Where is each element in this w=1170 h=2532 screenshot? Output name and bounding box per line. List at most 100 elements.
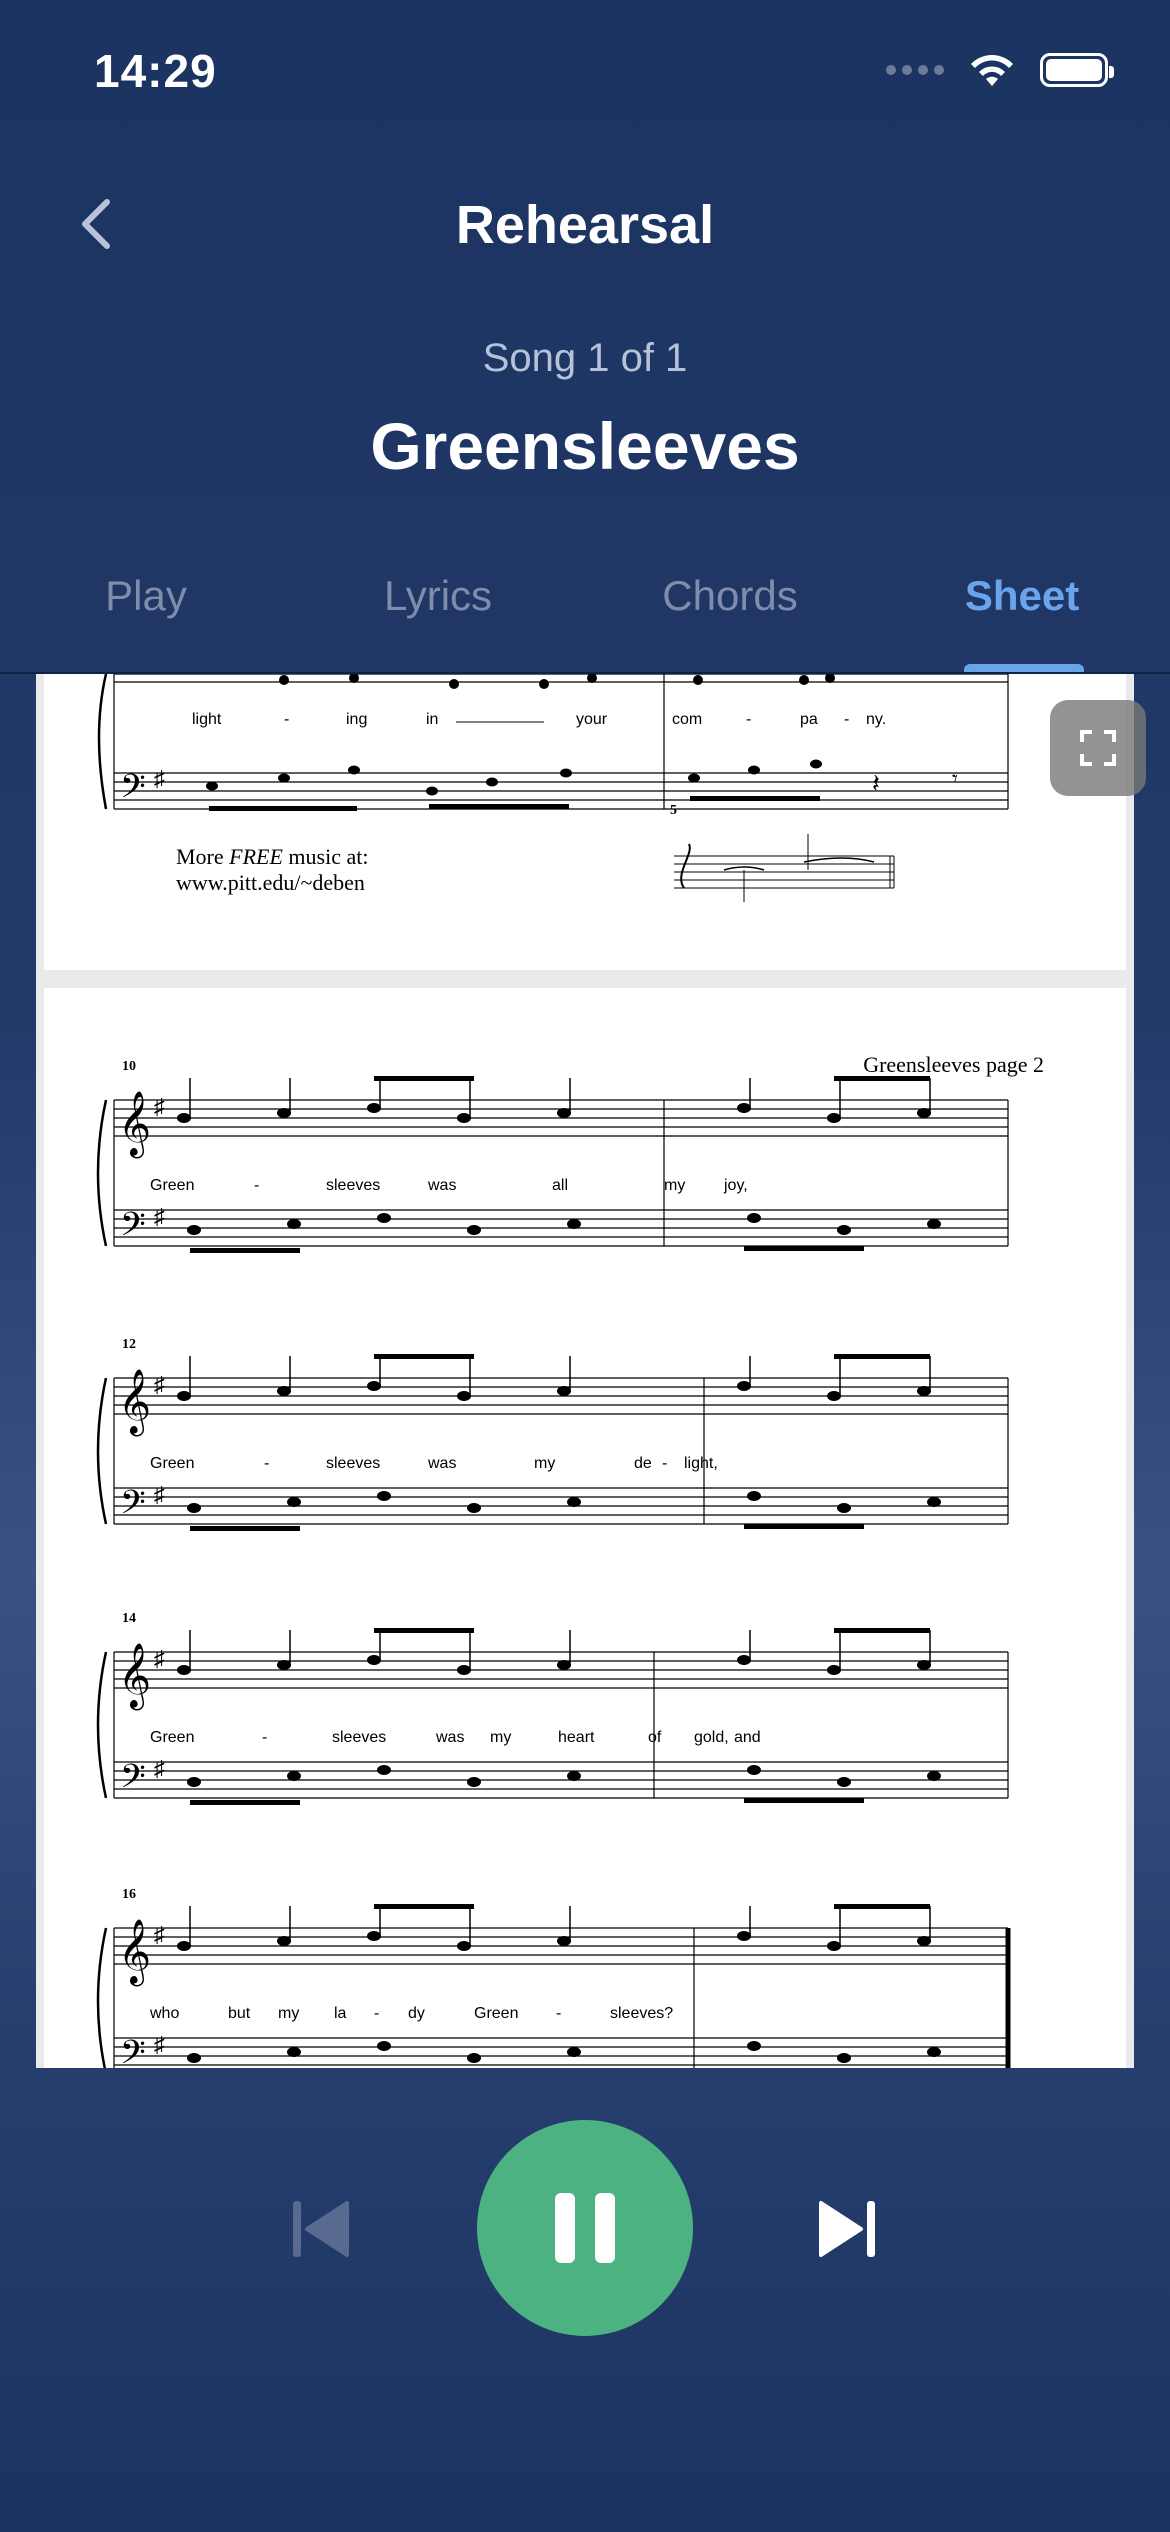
lyric: was: [427, 1177, 456, 1194]
music-system: 𝄞𝄢♯♯12Green - sleeves was my de - light,: [96, 1337, 1009, 1531]
lyric: -: [556, 2005, 561, 2022]
lyric: pa: [800, 711, 818, 728]
lyric: dy: [408, 2005, 425, 2022]
pause-button[interactable]: [477, 2120, 693, 2336]
lyric: -: [746, 711, 751, 728]
lyric: sleeves?: [610, 2005, 673, 2022]
lyric: -: [254, 1177, 259, 1194]
measure-number: 16: [122, 1887, 136, 1902]
lyric: my: [490, 1729, 511, 1746]
sheet-music-viewer[interactable]: 𝄢 ♯ 𝄽 𝄾 5 light - ing in your com - pa -…: [36, 674, 1134, 2068]
cellular-signal-icon: [886, 65, 944, 75]
lyric: sleeves: [332, 1729, 386, 1746]
svg-text:♯: ♯: [154, 2032, 165, 2057]
svg-text:𝄞: 𝄞: [118, 1919, 151, 1986]
publisher-logo: [674, 834, 895, 902]
lyric: Green: [150, 1729, 194, 1746]
page-2-score: Greensleeves page 2 𝄞 𝄢 ♯ ♯ 10 Green - sleeves w…: [96, 1052, 1044, 2068]
lyric: gold,: [694, 1729, 729, 1746]
skip-next-icon: [819, 2201, 875, 2257]
tab-lyrics[interactable]: Lyrics: [292, 572, 584, 620]
previous-button[interactable]: [286, 2194, 356, 2264]
svg-text:𝄢: 𝄢: [120, 1484, 146, 1529]
tab-play[interactable]: Play: [0, 572, 292, 620]
svg-text:♯: ♯: [154, 1922, 165, 1947]
lyric: Green: [474, 2005, 518, 2022]
lyric: but: [228, 2005, 251, 2022]
lyric: -: [662, 1455, 667, 1472]
svg-text:𝄢: 𝄢: [120, 1758, 146, 1803]
next-button[interactable]: [812, 2194, 882, 2264]
lyric: all: [552, 1177, 568, 1194]
svg-text:♯: ♯: [154, 1646, 165, 1671]
svg-text:♯: ♯: [154, 1372, 165, 1397]
lyric: who: [149, 2005, 179, 2022]
credit-url: www.pitt.edu/~deben: [176, 870, 365, 895]
battery-icon: [1040, 53, 1114, 87]
measure-number: 12: [122, 1337, 136, 1352]
status-bar: 14:29: [0, 0, 1170, 140]
song-title: Greensleeves: [370, 409, 800, 483]
navigation-bar: Rehearsal: [0, 180, 1170, 270]
lyric: light,: [684, 1455, 718, 1472]
lyric: -: [374, 2005, 379, 2022]
lyric: sleeves: [326, 1455, 380, 1472]
tab-chords[interactable]: Chords: [584, 572, 876, 620]
page-header: Greensleeves page 2: [863, 1052, 1044, 1077]
page-title: Rehearsal: [455, 195, 715, 255]
tab-sheet[interactable]: Sheet: [876, 572, 1168, 620]
svg-text:♯: ♯: [154, 1756, 165, 1781]
lyric: sleeves: [326, 1177, 380, 1194]
lyric: of: [648, 1729, 662, 1746]
lyric: de: [634, 1455, 652, 1472]
lyric: in: [426, 711, 438, 728]
lyric: was: [435, 1729, 464, 1746]
status-time: 14:29: [94, 45, 217, 97]
lyric: -: [262, 1729, 267, 1746]
svg-text:5: 5: [670, 803, 677, 818]
music-system: 𝄞 𝄢 ♯ ♯ 10 Green - sleeves was all my joy,: [96, 1059, 1009, 1253]
lyric: was: [427, 1455, 456, 1472]
sheet-page-1: 𝄢 ♯ 𝄽 𝄾 5 light - ing in your com - pa -…: [44, 674, 1126, 970]
wifi-icon: [971, 55, 1013, 86]
status-icons: [886, 52, 1114, 88]
skip-previous-icon: [293, 2201, 349, 2257]
lyric: light: [192, 711, 222, 728]
lyric: your: [576, 711, 608, 728]
song-counter: Song 1 of 1: [482, 336, 688, 380]
lyric: my: [278, 2005, 299, 2022]
svg-text:𝄢: 𝄢: [120, 768, 146, 813]
lyric: ing: [346, 711, 367, 728]
lyric: -: [844, 711, 849, 728]
pause-icon: [555, 2193, 615, 2263]
lyric: joy,: [723, 1177, 748, 1194]
measure-number: 14: [122, 1611, 136, 1626]
svg-text:𝄞: 𝄞: [118, 1369, 151, 1436]
lyric: Green: [150, 1177, 194, 1194]
svg-text:♯: ♯: [154, 766, 165, 791]
lyric: heart: [558, 1729, 595, 1746]
lyric: com: [672, 711, 702, 728]
lyric: -: [284, 711, 289, 728]
svg-text:♯: ♯: [154, 1204, 165, 1229]
lyric: -: [264, 1455, 269, 1472]
svg-text:𝄞: 𝄞: [118, 1091, 151, 1158]
lyric: Green: [150, 1455, 194, 1472]
sheet-page-2: Greensleeves page 2 𝄞 𝄢 ♯ ♯ 10 Green - sleeves w…: [44, 988, 1126, 2068]
page-1-score: 𝄢 ♯ 𝄽 𝄾 5 light - ing in your com - pa -…: [97, 674, 1009, 902]
lyric: my: [534, 1455, 555, 1472]
expand-button[interactable]: [1050, 700, 1146, 796]
lyric: and: [734, 1729, 761, 1746]
svg-text:𝄢: 𝄢: [120, 1206, 146, 1251]
music-system: 𝄞 𝄢 ♯ ♯ 14 Green - sleeves was my heart of gold, and: [96, 1611, 1009, 1805]
expand-icon: [1080, 730, 1116, 766]
tab-bar: Play Lyrics Chords Sheet: [0, 560, 1170, 674]
svg-text:♯: ♯: [154, 1482, 165, 1507]
lyric: la: [334, 2005, 347, 2022]
svg-text:𝄢: 𝄢: [120, 2034, 146, 2068]
lyric: my: [664, 1177, 685, 1194]
svg-text:𝄞: 𝄞: [118, 1643, 151, 1710]
music-system: 𝄞 𝄢 ♯ ♯ 16 who but my la - dy Green - sleeves?: [96, 1887, 1011, 2068]
lyric: ny.: [866, 711, 886, 728]
playback-controls: [0, 2118, 1170, 2338]
